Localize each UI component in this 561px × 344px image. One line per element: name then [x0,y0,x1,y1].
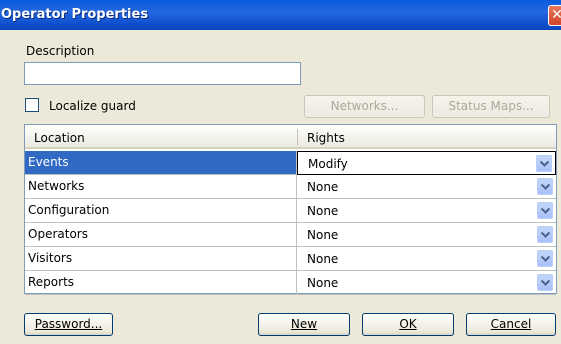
rights-dropdown[interactable]: Modify [297,151,556,175]
close-icon: ✕ [551,7,561,23]
location-cell[interactable]: Events [25,151,297,175]
chevron-down-icon [540,161,549,167]
rights-dropdown[interactable]: None [297,199,556,223]
description-label: Description [26,44,95,58]
localize-guard-checkbox[interactable] [25,98,39,112]
column-separator[interactable] [297,129,298,145]
column-header-location[interactable]: Location [34,131,85,145]
title-bar[interactable]: Operator Properties ✕ [0,0,561,30]
rights-value: None [307,252,339,266]
table-row-visitors[interactable]: Visitors None [25,247,556,271]
cancel-button[interactable]: Cancel [466,313,556,336]
table-row-events[interactable]: Events Modify [25,151,556,175]
rights-value: None [307,228,339,242]
rights-dropdown[interactable]: None [297,271,556,295]
rights-value: None [307,204,339,218]
location-cell[interactable]: Visitors [25,247,297,271]
status-maps-button[interactable]: Status Maps... [432,95,550,118]
dropdown-button[interactable] [537,202,553,219]
dropdown-button[interactable] [537,178,553,195]
cancel-button-label: Cancel [490,317,532,331]
dropdown-button[interactable] [537,250,553,267]
chevron-down-icon [541,184,550,190]
rights-value: Modify [308,157,348,171]
rights-grid: Location Rights Events Modify Networks N… [24,124,557,295]
rights-dropdown[interactable]: None [297,175,556,199]
close-button[interactable]: ✕ [548,5,561,26]
dropdown-button[interactable] [537,226,553,243]
dropdown-button[interactable] [536,155,552,172]
chevron-down-icon [541,280,550,286]
location-cell[interactable]: Networks [25,175,297,199]
localize-guard-label[interactable]: Localize guard [49,99,136,113]
ok-button[interactable]: OK [362,313,454,336]
grid-header: Location Rights [25,125,556,149]
location-cell[interactable]: Operators [25,223,297,247]
chevron-down-icon [541,208,550,214]
table-row-operators[interactable]: Operators None [25,223,556,247]
window-title: Operator Properties [1,7,149,22]
chevron-down-icon [541,232,550,238]
table-row-configuration[interactable]: Configuration None [25,199,556,223]
operator-properties-dialog: Operator Properties ✕ Description Locali… [0,0,561,344]
password-button-label: Password... [34,317,103,331]
column-header-rights[interactable]: Rights [307,131,345,145]
location-cell[interactable]: Reports [25,271,297,295]
rights-value: None [307,180,339,194]
password-button[interactable]: Password... [24,313,113,336]
rights-value: None [307,276,339,290]
location-cell[interactable]: Configuration [25,199,297,223]
chevron-down-icon [541,256,550,262]
new-button-label: New [290,317,318,331]
description-input[interactable] [24,62,301,85]
rights-dropdown[interactable]: None [297,223,556,247]
networks-button[interactable]: Networks... [304,95,425,118]
table-row-networks[interactable]: Networks None [25,175,556,199]
dropdown-button[interactable] [537,274,553,291]
rights-dropdown[interactable]: None [297,247,556,271]
table-row-reports[interactable]: Reports None [25,271,556,295]
new-button[interactable]: New [258,313,350,336]
ok-button-label: OK [399,317,417,331]
